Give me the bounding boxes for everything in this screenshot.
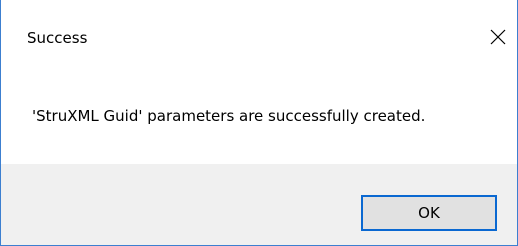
button-bar: OK [1, 164, 517, 245]
ok-button[interactable]: OK [361, 195, 497, 231]
close-icon [490, 29, 506, 45]
title-bar[interactable]: Success [1, 0, 517, 74]
message-dialog: Success 'StruXML Guid' parameters are su… [0, 0, 518, 246]
dialog-message: 'StruXML Guid' parameters are successful… [32, 107, 426, 125]
close-button[interactable] [483, 22, 513, 52]
dialog-title: Success [27, 29, 88, 47]
